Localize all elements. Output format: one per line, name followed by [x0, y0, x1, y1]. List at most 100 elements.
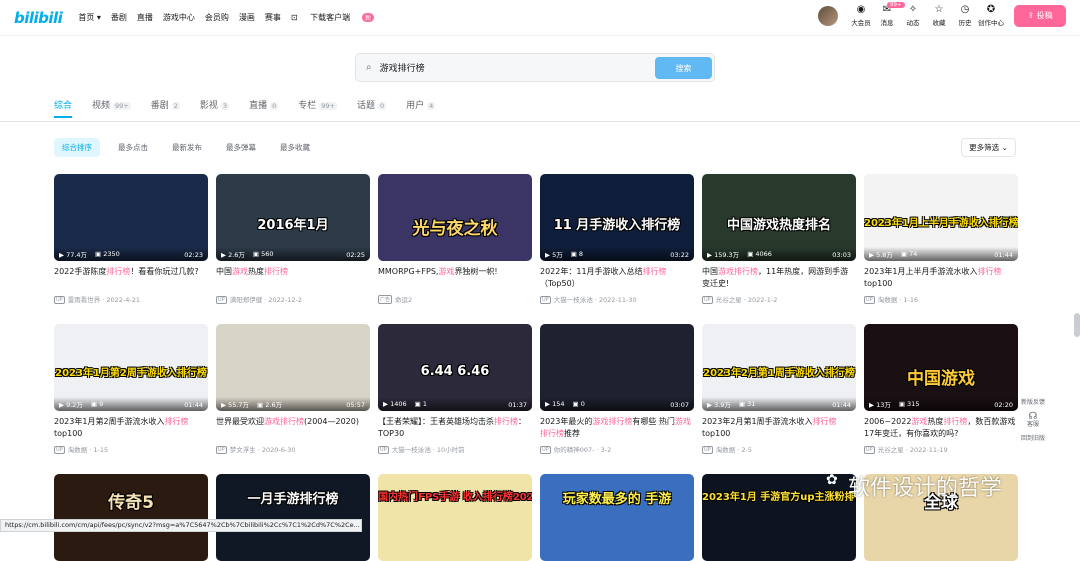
video-thumbnail[interactable]: 2023年2月第1周手游收入排行榜 ▶ 3.9万 ▣ 31 01:44 [702, 324, 856, 411]
video-title[interactable]: 2023年最火的游戏排行榜有哪些 热门游戏排行榜推荐 [540, 416, 694, 440]
video-title[interactable]: 世界最受欢迎游戏排行榜(2004—2020) [216, 416, 370, 440]
download-client-link[interactable]: ⊡ 下载客户端 新 [291, 12, 384, 23]
sort-filter[interactable]: 最多点击 [118, 142, 148, 153]
video-title[interactable]: 2023年1月上半月手游流水收入排行榜 top100 [864, 266, 1018, 290]
video-thumbnail[interactable]: ▶ 55.7万 ▣ 2.6万 05:57 [216, 324, 370, 411]
video-title[interactable]: 中国游戏排行榜，11年热度，网游到手游变迁史! [702, 266, 856, 290]
search-button[interactable]: 搜索 [655, 57, 712, 79]
video-title[interactable]: 2023年1月第2周手游流水收入排行榜 top100 [54, 416, 208, 440]
video-thumbnail[interactable]: 2016年1月 ▶ 2.6万 ▣ 560 02:25 [216, 174, 370, 261]
search-input[interactable] [379, 62, 640, 73]
sort-filter[interactable]: 综合排序 [54, 138, 100, 157]
video-meta[interactable]: 广告 命运2 [378, 294, 532, 304]
video-thumbnail[interactable]: 2023年1月上半月手游收入排行榜 ▶ 5.8万 ▣ 74 01:44 [864, 174, 1018, 261]
video-card[interactable]: 国内热门FPS手游 收入排行榜2022 [378, 474, 532, 561]
video-thumbnail[interactable]: 一月手游排行榜 [216, 474, 370, 561]
video-thumbnail[interactable]: 6.44 6.46 ▶ 1406 ▣ 1 01:37 [378, 324, 532, 411]
video-title[interactable]: 2006~2022游戏热度排行榜，数百款游戏17年变迁，有你喜欢的吗? [864, 416, 1018, 440]
video-thumbnail[interactable]: ▶ 77.4万 ▣ 2350 02:23 [54, 174, 208, 261]
header-history-entry[interactable]: ◷ 历史 [952, 4, 978, 27]
avatar[interactable] [818, 5, 838, 26]
video-title[interactable]: 2023年2月第1周手游流水收入排行榜 top100 [702, 416, 856, 440]
video-thumbnail[interactable]: 中国游戏 ▶ 13万 ▣ 315 02:20 [864, 324, 1018, 411]
video-title[interactable]: 中国游戏热度排行榜 [216, 266, 370, 290]
video-card[interactable]: ▶ 154 ▣ 0 03:07 2023年最火的游戏排行榜有哪些 热门游戏排行榜推荐 U… [540, 324, 694, 454]
nav-item[interactable]: 直播 [137, 12, 153, 23]
video-title[interactable]: 2022年：11月手游收入总结排行榜 （Top50） [540, 266, 694, 290]
video-thumbnail[interactable]: 中国游戏热度排名 ▶ 159.3万 ▣ 4066 03:03 [702, 174, 856, 261]
video-thumbnail[interactable]: 传奇5 [54, 474, 208, 561]
video-card[interactable]: 一月手游排行榜 [216, 474, 370, 561]
video-thumbnail[interactable]: ▶ 154 ▣ 0 03:07 [540, 324, 694, 411]
video-card[interactable]: ▶ 55.7万 ▣ 2.6万 05:57 世界最受欢迎游戏排行榜(2004—2020)… [216, 324, 370, 454]
video-meta[interactable]: UP 淘数据 · 1-16 [864, 294, 1018, 304]
video-meta[interactable]: UP 雷雨看世界 · 2022-4-21 [54, 294, 208, 304]
video-meta[interactable]: UP 梦文浮生 · 2020-6-30 [216, 444, 370, 454]
video-meta[interactable]: UP 光谷之星 · 2022-1-2 [702, 294, 856, 304]
video-card[interactable]: 光与夜之秋 MMORPG+FPS,游戏界独树一帜! 广告 命运2 [378, 174, 532, 304]
video-card[interactable]: 2023年2月第1周手游收入排行榜 ▶ 3.9万 ▣ 31 01:44 2023年2月第… [702, 324, 856, 454]
service-button[interactable]: 客服 [1027, 421, 1039, 429]
video-title[interactable]: 2022手游陈度排行榜！看看你玩过几款? [54, 266, 208, 290]
nav-item[interactable]: 游戏中心 [163, 12, 195, 23]
video-title[interactable]: MMORPG+FPS,游戏界独树一帜! [378, 266, 532, 290]
tab-4[interactable]: 直播 0 [249, 98, 279, 111]
header-dynamic-entry[interactable]: ✧ 动态 [900, 4, 926, 27]
tab-7[interactable]: 用户 4 [406, 98, 436, 111]
tab-1[interactable]: 视频 99+ [92, 98, 131, 111]
video-thumbnail[interactable]: 2023年1月第2周手游收入排行榜 ▶ 9.2万 ▣ 9 01:44 [54, 324, 208, 411]
sort-filter[interactable]: 最多弹幕 [226, 142, 256, 153]
sort-filters: 综合排序 最多点击 最新发布 最多弹幕 最多收藏 [54, 138, 334, 157]
video-meta[interactable]: UP 大猫一枝泳池 · 10小时前 [378, 444, 532, 454]
video-card[interactable]: 6.44 6.46 ▶ 1406 ▣ 1 01:37 【王者荣耀】：王者英雄场均击杀排行… [378, 324, 532, 454]
old-version-button[interactable]: 回到旧版 [1021, 435, 1045, 443]
keyword-highlight: 排行榜 [494, 417, 518, 426]
tab-6[interactable]: 话题 0 [357, 98, 387, 111]
nav-item[interactable]: 赛事 [265, 12, 281, 23]
video-card[interactable]: 中国游戏 ▶ 13万 ▣ 315 02:20 2006~2022游戏热度排行榜，数百款游… [864, 324, 1018, 454]
scrollbar-thumb[interactable] [1074, 313, 1080, 337]
video-card[interactable]: ▶ 77.4万 ▣ 2350 02:23 2022手游陈度排行榜！看看你玩过几款? UP… [54, 174, 208, 304]
tab-0[interactable]: 综合 [54, 98, 72, 111]
video-thumbnail[interactable]: 玩家数最多的 手游 [540, 474, 694, 561]
more-filter-button[interactable]: 更多筛选 ⌄ [961, 138, 1016, 157]
video-meta[interactable]: UP 你的精神007- · 3-2 [540, 444, 694, 454]
video-card[interactable]: 2023年1月第2周手游收入排行榜 ▶ 9.2万 ▣ 9 01:44 2023年1月第2… [54, 324, 208, 454]
title-text: 2022年：11月手游收入总结 [540, 267, 643, 276]
video-card[interactable]: 2016年1月 ▶ 2.6万 ▣ 560 02:25 中国游戏热度排行榜 UP 满阳郑伊健 … [216, 174, 370, 304]
video-meta[interactable]: UP 淘数据 · 2-5 [702, 444, 856, 454]
post-button[interactable]: ⇪ 投稿 [1014, 4, 1066, 27]
header-vip-entry[interactable]: ◉ 大会员 [848, 4, 874, 27]
sort-filter[interactable]: 最多收藏 [280, 142, 310, 153]
video-meta[interactable]: UP 光谷之星 · 2022-11-19 [864, 444, 1018, 454]
tab-5[interactable]: 专栏 99+ [298, 98, 337, 111]
video-thumbnail[interactable]: 光与夜之秋 [378, 174, 532, 261]
tab-3[interactable]: 影视 3 [200, 98, 230, 111]
header-creator-entry[interactable]: ✪ 创作中心 [978, 4, 1004, 27]
video-card[interactable]: 玩家数最多的 手游 [540, 474, 694, 561]
nav-item[interactable]: 漫画 [239, 12, 255, 23]
headset-icon[interactable]: ☊ [1029, 412, 1038, 422]
nav-item[interactable]: 番剧 [111, 12, 127, 23]
tab-2[interactable]: 番剧 2 [151, 98, 180, 111]
video-duration: 02:23 [184, 251, 203, 259]
header-favorite-entry[interactable]: ☆ 收藏 [926, 4, 952, 27]
video-thumbnail[interactable]: 国内热门FPS手游 收入排行榜2022 [378, 474, 532, 561]
nav-item[interactable]: 会员购 [205, 12, 229, 23]
header-icon-label: 消息 [880, 19, 894, 27]
video-card[interactable]: 中国游戏热度排名 ▶ 159.3万 ▣ 4066 03:03 中国游戏排行榜，11年热度… [702, 174, 856, 304]
video-meta[interactable]: UP 满阳郑伊健 · 2022-12-2 [216, 294, 370, 304]
sort-filter[interactable]: 最新发布 [172, 142, 202, 153]
video-card[interactable]: 11 月手游收入排行榜 ▶ 5万 ▣ 8 03:22 2022年：11月手游收入总结排行… [540, 174, 694, 304]
nav-item[interactable]: 首页 ▾ [78, 12, 101, 23]
video-meta[interactable]: UP 淘数据 · 1-15 [54, 444, 208, 454]
feedback-button[interactable]: 新版反馈 [1021, 399, 1045, 407]
view-count: ▶ 5万 [545, 251, 563, 259]
video-card[interactable]: 2023年1月上半月手游收入排行榜 ▶ 5.8万 ▣ 74 01:44 2023年1月上… [864, 174, 1018, 304]
video-thumbnail[interactable]: 11 月手游收入排行榜 ▶ 5万 ▣ 8 03:22 [540, 174, 694, 261]
header-message-entry[interactable]: ✉ 消息 99+ [874, 2, 905, 27]
video-meta[interactable]: UP 大猫一枝泳池 · 2022-11-30 [540, 294, 694, 304]
video-card[interactable]: 传奇5 [54, 474, 208, 561]
video-title[interactable]: 【王者荣耀】：王者英雄场均击杀排行榜：TOP30 [378, 416, 532, 440]
bilibili-logo[interactable]: bilibili [14, 9, 63, 27]
